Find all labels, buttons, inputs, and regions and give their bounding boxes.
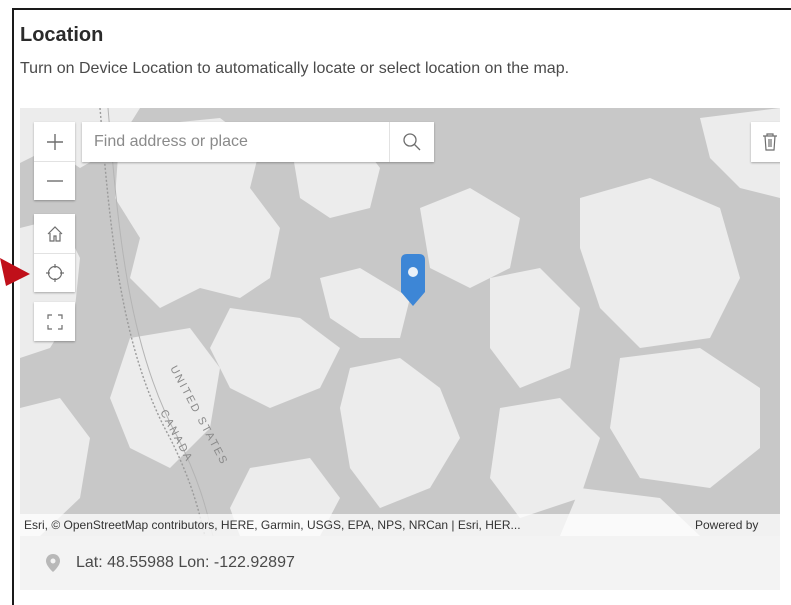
fullscreen-controls [34,302,75,341]
delete-button[interactable] [751,122,780,162]
search-icon [403,133,421,151]
coordinates-text: Lat: 48.55988 Lon: -122.92897 [76,554,295,571]
coordinates-bar: Lat: 48.55988 Lon: -122.92897 [20,536,780,590]
map-view[interactable]: UNITED STATES CANADA Find address or pla… [20,108,780,536]
expand-icon [46,313,63,330]
annotation-arrow [0,252,32,293]
search-button[interactable] [389,122,434,162]
fullscreen-button[interactable] [34,302,75,341]
search-input[interactable] [82,122,389,162]
attribution-text: Esri, © OpenStreetMap contributors, HERE… [24,518,521,532]
map-search [82,122,434,162]
powered-by-link[interactable]: Powered by [695,518,758,532]
map-basemap: UNITED STATES CANADA [20,108,780,536]
section-description: Turn on Device Location to automatically… [20,60,570,77]
plus-icon [46,133,63,150]
zoom-out-button[interactable] [34,161,75,200]
zoom-in-button[interactable] [34,122,75,161]
location-marker-icon [46,554,60,572]
trash-icon [763,133,777,151]
locate-crosshair-icon [45,264,64,282]
home-icon [47,225,62,242]
map-pin-icon [401,254,425,306]
minus-icon [46,180,63,182]
home-button[interactable] [34,214,75,253]
locate-button[interactable] [34,253,75,292]
section-title: Location [20,24,104,46]
home-locate-controls [34,214,75,292]
zoom-controls [34,122,75,200]
location-pin[interactable] [398,254,428,319]
map-attribution: Esri, © OpenStreetMap contributors, HERE… [20,514,780,536]
